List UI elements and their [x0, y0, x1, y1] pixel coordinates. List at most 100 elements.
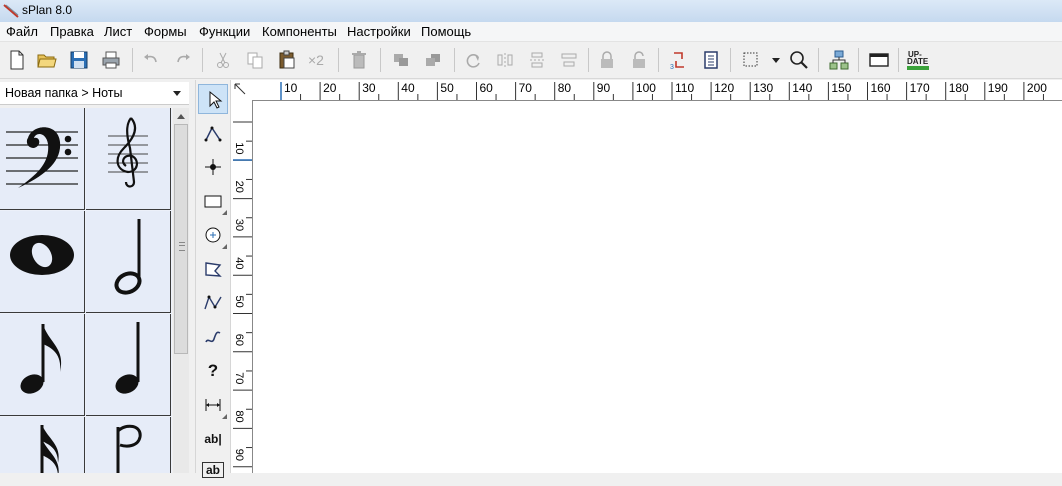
- line-tool[interactable]: [198, 118, 228, 148]
- ruler-label: 30: [233, 219, 245, 231]
- update-button[interactable]: UP- DATE: [906, 49, 932, 71]
- menu-settings[interactable]: Настройки: [347, 24, 411, 39]
- menu-edit[interactable]: Правка: [50, 24, 94, 39]
- polygon-tool[interactable]: [198, 254, 228, 284]
- folder-open-icon: [37, 54, 57, 68]
- cut-button[interactable]: [212, 49, 234, 71]
- library-item-sixteenth-note[interactable]: [0, 417, 85, 473]
- menu-functions[interactable]: Функции: [199, 24, 250, 39]
- duplicate-button[interactable]: ×2: [306, 49, 328, 71]
- send-back-button[interactable]: [422, 49, 444, 71]
- half-note-flag-icon: [116, 424, 142, 473]
- horizontal-ruler[interactable]: 10 20 30 40 50 60 70 80 90 100 110 120 130 140 150 160 1…: [252, 80, 1062, 101]
- window-title: sPlan 8.0: [22, 3, 73, 17]
- library-item-bass-clef[interactable]: [0, 108, 85, 210]
- rotate-button[interactable]: [462, 49, 484, 71]
- toolbar-separator: [588, 48, 589, 72]
- library-item-eighth-note[interactable]: [0, 314, 85, 416]
- renumber-button[interactable]: 3: [668, 49, 690, 71]
- vertical-ruler[interactable]: 10 20 30 40 50 60 70 80 90: [231, 100, 253, 486]
- ruler-label: 60: [233, 334, 245, 346]
- ruler-label: 70: [519, 81, 533, 95]
- grid-dropdown-button[interactable]: [766, 49, 788, 71]
- vertical-ruler-ticks: 10 20 30 40 50 60 70 80 90: [233, 121, 252, 486]
- redo-button[interactable]: [172, 49, 194, 71]
- freehand-tool[interactable]: [198, 322, 228, 352]
- library-item-whole-note[interactable]: [0, 211, 85, 313]
- bring-front-button[interactable]: [390, 49, 412, 71]
- group-button[interactable]: [596, 49, 618, 71]
- save-button[interactable]: [68, 49, 90, 71]
- new-file-button[interactable]: [6, 49, 28, 71]
- ruler-label: 60: [480, 81, 494, 95]
- menu-shapes[interactable]: Формы: [144, 24, 187, 39]
- open-file-button[interactable]: [36, 49, 58, 71]
- submenu-corner-icon: [222, 414, 227, 419]
- drawing-canvas[interactable]: [253, 101, 1062, 473]
- polygon-icon: [205, 262, 222, 277]
- bezier-icon: [204, 295, 222, 310]
- junction-tool[interactable]: [198, 152, 228, 182]
- toolbar-separator: [818, 48, 819, 72]
- bezier-tool[interactable]: [198, 288, 228, 318]
- ruler-label: 40: [233, 257, 245, 269]
- print-button[interactable]: [100, 49, 122, 71]
- title-bar: sPlan 8.0: [0, 0, 1062, 22]
- library-scrollbar[interactable]: [173, 108, 189, 473]
- library-item-half-note-flag[interactable]: [86, 417, 171, 473]
- layers-back-icon: [426, 54, 440, 66]
- ruler-origin-icon: [234, 83, 246, 95]
- ruler-label: 90: [597, 81, 611, 95]
- ruler-label: 160: [871, 81, 891, 95]
- mirror-v-button[interactable]: [526, 49, 548, 71]
- help-tool[interactable]: ?: [198, 356, 228, 386]
- circle-icon: [205, 227, 221, 243]
- polyline-icon: [204, 126, 222, 142]
- menu-sheet[interactable]: Лист: [104, 24, 132, 39]
- grid-button[interactable]: [740, 49, 762, 71]
- toolbar-separator: [380, 48, 381, 72]
- circle-tool[interactable]: [198, 220, 228, 250]
- scrollbar-thumb[interactable]: [174, 124, 188, 354]
- hierarchy-icon: [829, 50, 849, 70]
- copy-icon: [247, 52, 263, 69]
- ruler-label: 120: [714, 81, 734, 95]
- main-toolbar: ×2 3 UP- DATE: [0, 42, 1062, 79]
- drawing-tools: ? ab| ab: [195, 80, 231, 478]
- menu-file[interactable]: Файл: [6, 24, 38, 39]
- duplicate-label: ×2: [308, 52, 324, 68]
- text-tool[interactable]: ab|: [198, 424, 228, 454]
- update-label-bottom: DATE: [907, 57, 929, 66]
- dimension-tool[interactable]: [198, 390, 228, 420]
- copy-button[interactable]: [244, 49, 266, 71]
- delete-button[interactable]: [348, 49, 370, 71]
- toolbar-separator: [202, 48, 203, 72]
- align-button[interactable]: [558, 49, 580, 71]
- menu-help[interactable]: Помощь: [421, 24, 471, 39]
- textbox-tool[interactable]: ab: [198, 456, 228, 486]
- undo-button[interactable]: [140, 49, 162, 71]
- library-folder-select[interactable]: Новая папка > Ноты: [0, 82, 189, 105]
- component-tree-button[interactable]: [828, 49, 850, 71]
- select-tool[interactable]: [198, 84, 228, 114]
- library-item-quarter-note[interactable]: [86, 314, 171, 416]
- zoom-button[interactable]: [788, 49, 810, 71]
- library-item-half-note[interactable]: [86, 211, 171, 313]
- toolbar-separator: [658, 48, 659, 72]
- menu-components[interactable]: Компоненты: [262, 24, 337, 39]
- ruler-corner-button[interactable]: [231, 80, 253, 101]
- parts-list-button[interactable]: [700, 49, 722, 71]
- mirror-h-button[interactable]: [494, 49, 516, 71]
- scroll-up-icon[interactable]: [177, 114, 185, 119]
- ungroup-button[interactable]: [628, 49, 650, 71]
- eighth-note-icon: [20, 324, 62, 394]
- paste-button[interactable]: [276, 49, 298, 71]
- page-view-button[interactable]: [868, 49, 890, 71]
- library-path: Новая папка > Ноты: [5, 86, 123, 100]
- library-item-treble-clef[interactable]: [86, 108, 171, 210]
- ruler-label: 10: [233, 142, 245, 154]
- library-gallery: [0, 108, 172, 473]
- unlock-icon: [633, 51, 645, 68]
- rectangle-tool[interactable]: [198, 186, 228, 216]
- ruler-label: 100: [636, 81, 656, 95]
